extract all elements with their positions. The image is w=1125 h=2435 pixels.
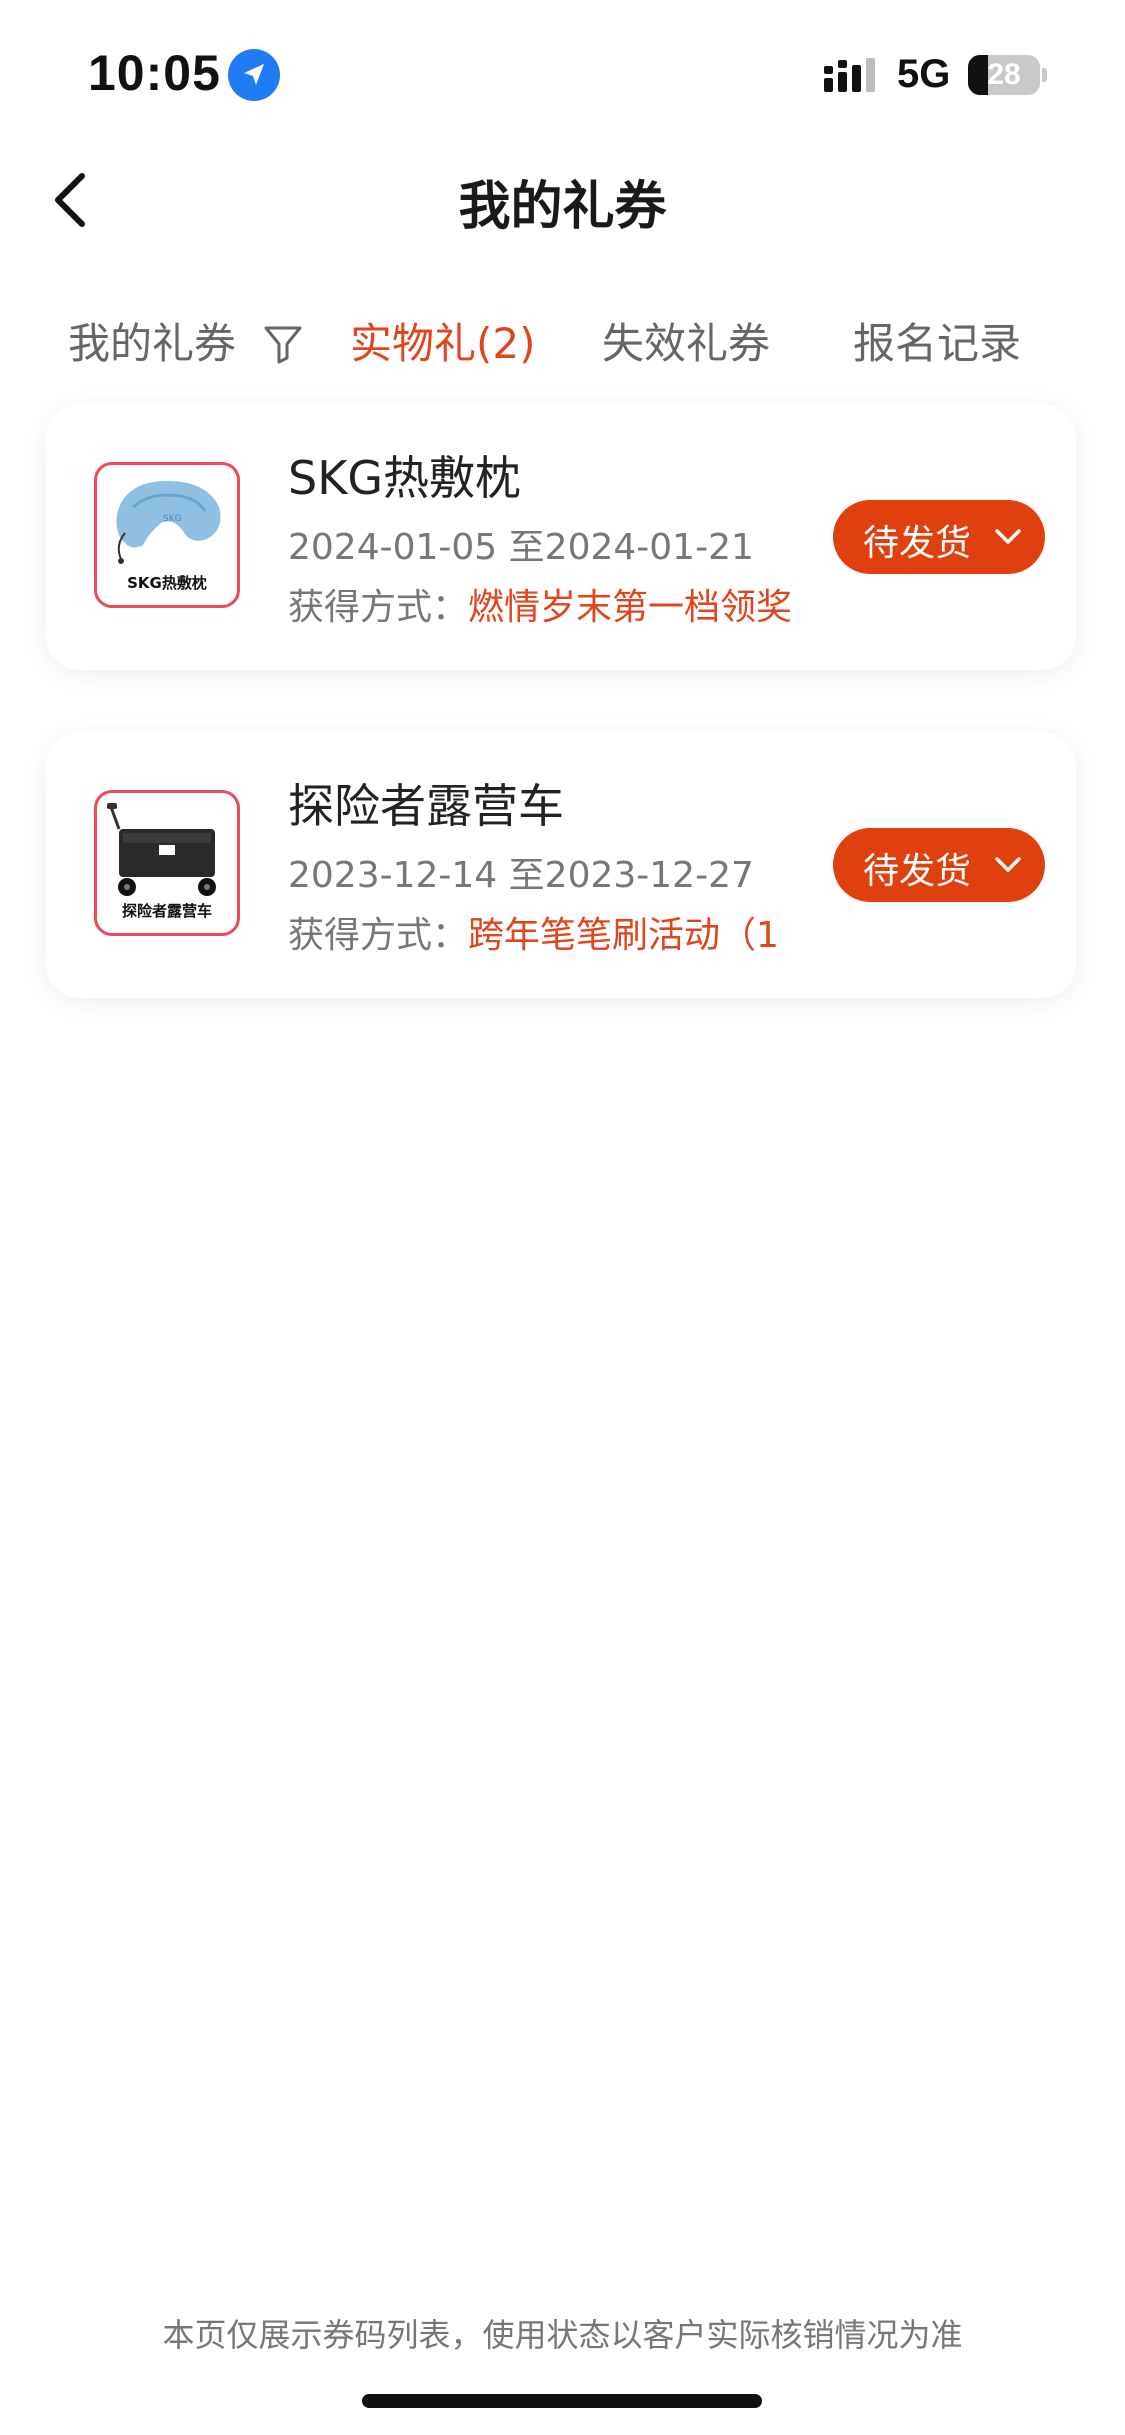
tab-signup-records[interactable]: 报名记录 xyxy=(853,310,1021,371)
gift-date-range: 2023-12-14 至2023-12-27 xyxy=(288,855,754,896)
tab-bar: 我的礼券 实物礼(2) 失效礼券 报名记录 xyxy=(0,300,1125,380)
location-arrow-icon xyxy=(228,49,280,101)
chevron-down-icon xyxy=(995,857,1021,872)
source-value: 跨年笔笔刷活动（1 xyxy=(468,915,779,956)
camping-wagon-image xyxy=(107,803,216,896)
gift-card[interactable]: SKG SKG热敷枕 SKG热敷枕 2024-01-05 至2024-01-21… xyxy=(46,404,1076,670)
gift-thumbnail: SKG SKG热敷枕 xyxy=(94,462,240,608)
status-bar: 10:05 5G 28 xyxy=(0,0,1125,150)
gift-thumbnail: 探险者露营车 xyxy=(94,790,240,936)
chevron-down-icon xyxy=(995,529,1021,544)
battery-percentage: 28 xyxy=(987,58,1021,91)
tab-my-vouchers[interactable]: 我的礼券 xyxy=(68,310,236,371)
tab-expired-vouchers[interactable]: 失效礼券 xyxy=(602,310,770,371)
status-label: 待发货 xyxy=(863,523,972,564)
network-label: 5G xyxy=(897,52,951,96)
battery-icon: 28 xyxy=(968,55,1047,95)
tab-physical-gifts[interactable]: 实物礼(2) xyxy=(350,310,536,371)
thumb-label: SKG热敷枕 xyxy=(127,574,207,592)
status-time: 10:05 xyxy=(88,45,221,101)
signal-icon xyxy=(824,58,875,92)
footer-disclaimer: 本页仅展示券码列表，使用状态以客户实际核销情况为准 xyxy=(162,2316,963,2354)
navigation-bar: 我的礼券 xyxy=(0,150,1125,250)
status-label: 待发货 xyxy=(863,851,972,892)
gift-card[interactable]: 探险者露营车 探险者露营车 2023-12-14 至2023-12-27 获得方… xyxy=(46,732,1076,998)
filter-funnel-icon[interactable] xyxy=(262,322,304,366)
status-dropdown-button[interactable]: 待发货 xyxy=(833,500,1045,574)
neck-pillow-image: SKG xyxy=(116,481,221,564)
gift-date-range: 2024-01-05 至2024-01-21 xyxy=(288,527,754,568)
source-label: 获得方式： xyxy=(288,587,469,628)
home-indicator[interactable] xyxy=(362,2394,762,2408)
gift-title: SKG热敷枕 xyxy=(288,451,522,505)
source-value: 燃情岁末第一档领奖 xyxy=(468,587,793,628)
thumb-label: 探险者露营车 xyxy=(121,902,212,920)
page-title: 我的礼券 xyxy=(458,177,667,237)
gift-source: 获得方式：燃情岁末第一档领奖 xyxy=(288,578,808,630)
thumb-logo: SKG xyxy=(163,514,182,524)
gift-title: 探险者露营车 xyxy=(288,779,564,833)
status-dropdown-button[interactable]: 待发货 xyxy=(833,828,1045,902)
source-label: 获得方式： xyxy=(288,915,469,956)
gift-source: 获得方式：跨年笔笔刷活动（1 xyxy=(288,906,808,958)
